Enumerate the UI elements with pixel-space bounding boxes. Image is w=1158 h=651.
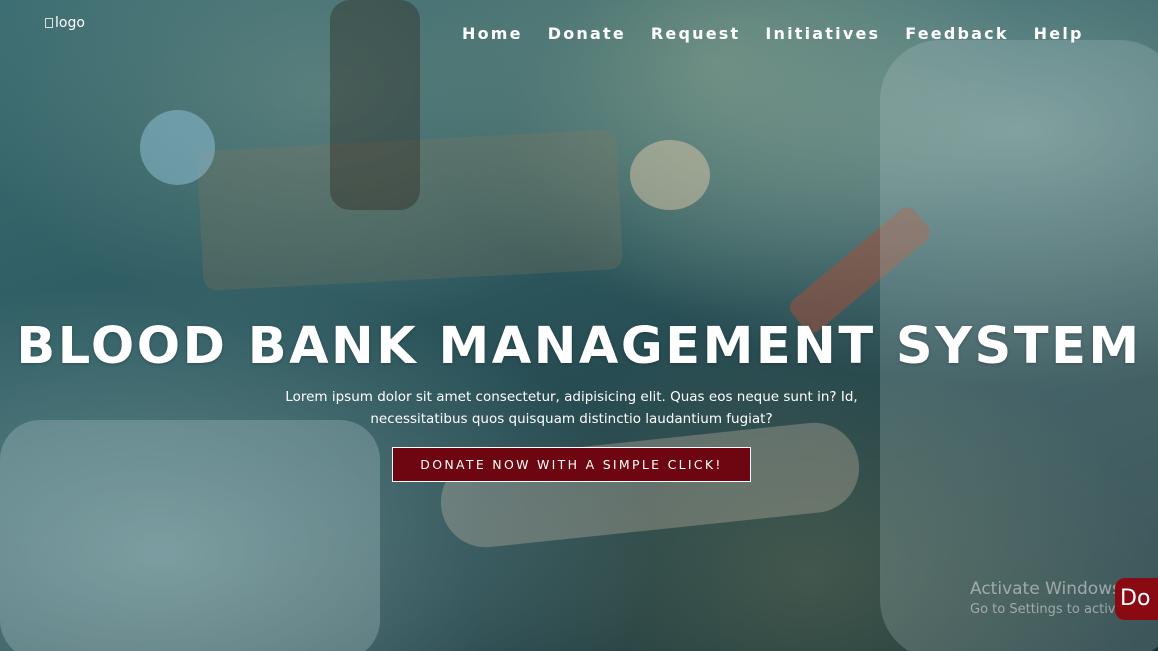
hero-subtitle: Lorem ipsum dolor sit amet consectetur, … [279, 386, 864, 430]
logo-alt-text: logo [55, 15, 85, 31]
main-nav: Home Donate Request Initiatives Feedback… [462, 24, 1109, 44]
hero-section: logo Home Donate Request Initiatives Fee… [0, 0, 1158, 651]
donate-now-button[interactable]: DONATE NOW WITH A SIMPLE CLICK! [392, 447, 751, 482]
background-photo-arm [436, 418, 864, 552]
background-photo-sleeve [0, 420, 380, 651]
nav-feedback[interactable]: Feedback [905, 24, 1008, 44]
background-photo-tape-roll [140, 110, 215, 185]
floating-donate-button[interactable]: Do [1115, 578, 1158, 620]
page-title: BLOOD BANK MANAGEMENT SYSTEM [16, 317, 1142, 376]
nav-donate[interactable]: Donate [548, 24, 626, 44]
nav-initiatives[interactable]: Initiatives [765, 24, 880, 44]
logo-link[interactable]: logo [45, 13, 93, 33]
nav-request[interactable]: Request [651, 24, 740, 44]
broken-image-icon [45, 18, 53, 28]
background-photo-bandage-roll [630, 140, 710, 210]
nav-help[interactable]: Help [1034, 24, 1084, 44]
nav-home[interactable]: Home [462, 24, 523, 44]
background-photo-bottle [330, 0, 420, 210]
hero-subtitle-line2: necessitatibus quos quisquam distinctio … [370, 411, 773, 427]
hero-subtitle-line1: Lorem ipsum dolor sit amet consectetur, … [285, 389, 858, 405]
